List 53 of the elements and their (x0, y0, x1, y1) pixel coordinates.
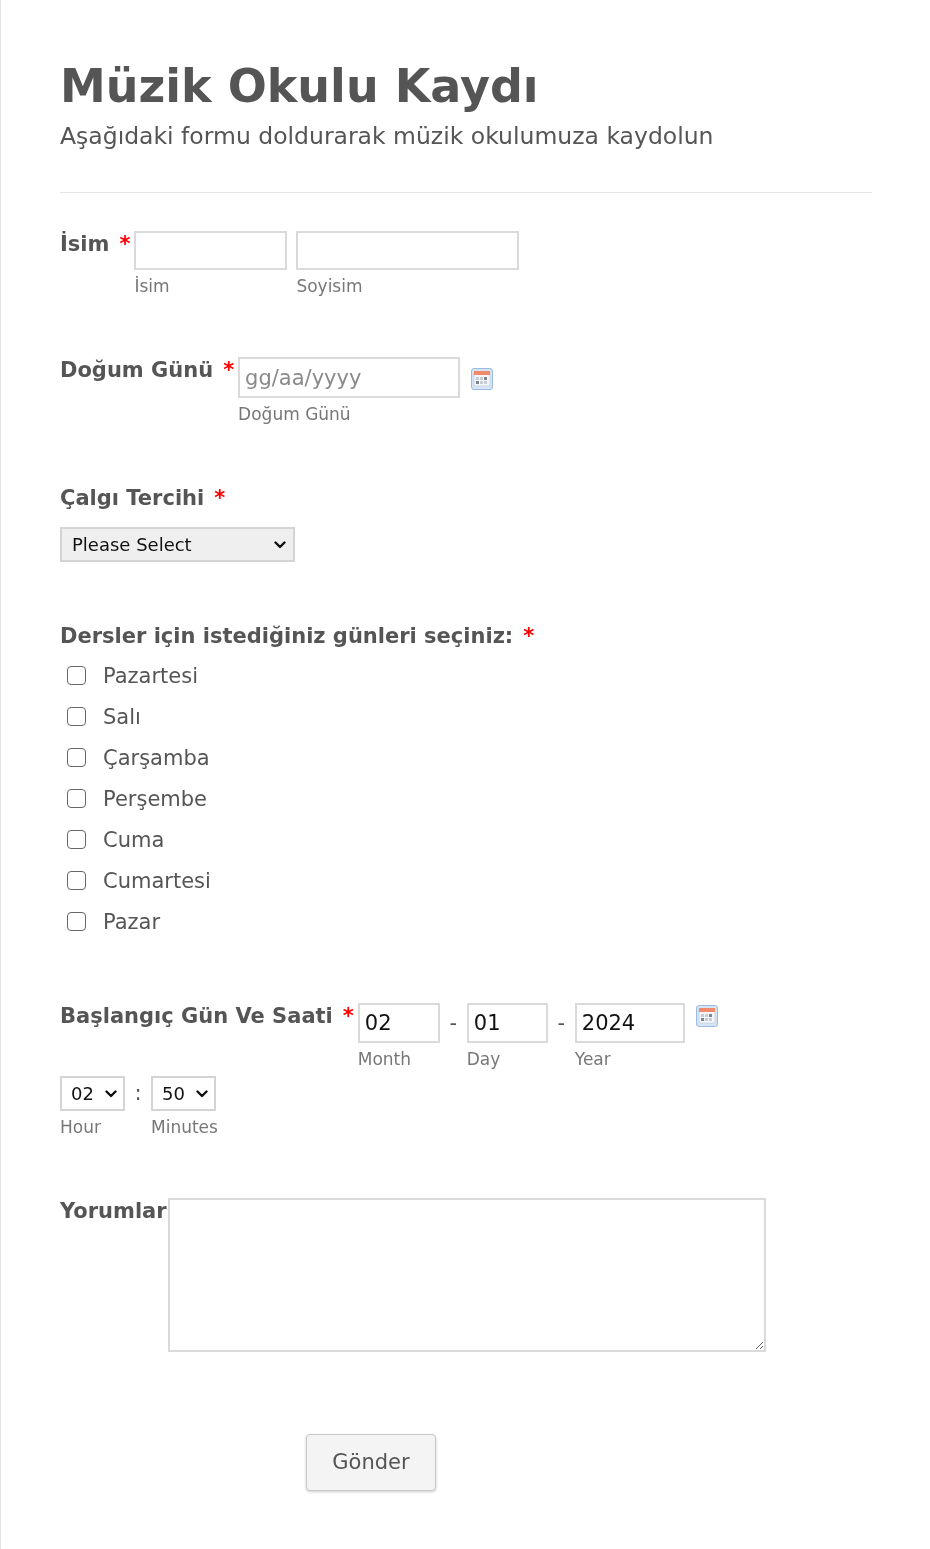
chevron-down-icon (105, 1089, 117, 1098)
field-label: Çalgı Tercihi (60, 485, 205, 511)
text-field[interactable] (134, 231, 288, 270)
checkbox-label: Perşembe (103, 785, 208, 812)
field-caption: Month (357, 1049, 413, 1069)
dropdown[interactable]: Please Select (60, 527, 295, 562)
field-caption: İsim (134, 276, 171, 296)
required-asterisk: * (214, 485, 226, 511)
checkbox[interactable] (67, 789, 86, 808)
checkbox[interactable] (67, 748, 86, 767)
field-caption: Doğum Günü (238, 404, 352, 424)
field-label: Yorumlar (60, 1198, 167, 1224)
checkbox-label: Pazartesi (103, 662, 199, 689)
checkbox-label: Pazar (103, 908, 161, 935)
text-field[interactable] (296, 231, 520, 270)
checkbox[interactable] (67, 707, 86, 726)
dash-separator: - (556, 1010, 567, 1037)
date-field[interactable]: gg/aa/yyyy (238, 357, 461, 398)
minutes-dropdown[interactable]: 50 (151, 1076, 216, 1111)
field-caption: Hour (60, 1117, 102, 1137)
required-asterisk: * (119, 231, 131, 257)
calendar-icon[interactable] (471, 368, 494, 390)
hour-dropdown[interactable]: 02 (60, 1076, 125, 1111)
colon-separator: : (133, 1080, 143, 1107)
date-part-field[interactable]: 02 (357, 1003, 440, 1043)
dash-separator: - (448, 1010, 459, 1037)
calendar-icon[interactable] (695, 1005, 718, 1027)
date-part-field[interactable]: 2024 (574, 1003, 685, 1043)
required-asterisk: * (342, 1003, 354, 1029)
checkbox[interactable] (67, 912, 86, 931)
field-caption: Day (466, 1049, 502, 1069)
checkbox-label: Salı (103, 703, 141, 730)
page-title: Müzik Okulu Kaydı (60, 58, 540, 114)
checkbox-label: Çarşamba (103, 744, 210, 771)
required-asterisk: * (223, 357, 235, 383)
checkbox-label: Cumartesi (103, 867, 211, 894)
checkbox-label: Cuma (103, 826, 165, 853)
field-label: Başlangıç Gün Ve Saati (60, 1003, 333, 1029)
checkbox[interactable] (67, 666, 86, 685)
field-label: Dersler için istediğiniz günleri seçiniz: (60, 623, 514, 649)
field-caption: Soyisim (296, 276, 364, 296)
date-part-field[interactable]: 01 (466, 1003, 548, 1043)
field-caption: Year (574, 1049, 612, 1069)
checkbox[interactable] (67, 830, 86, 849)
submit-button[interactable]: Gönder (306, 1434, 436, 1491)
chevron-down-icon (196, 1089, 208, 1098)
chevron-down-icon (274, 540, 286, 549)
field-label: İsim (60, 231, 110, 257)
field-caption: Minutes (151, 1117, 218, 1137)
form-description: Aşağıdaki formu doldurarak müzik okulumuza kaydolun (60, 122, 715, 150)
checkbox[interactable] (67, 871, 86, 890)
field-label: Doğum Günü (60, 357, 214, 383)
required-asterisk: * (523, 623, 535, 649)
